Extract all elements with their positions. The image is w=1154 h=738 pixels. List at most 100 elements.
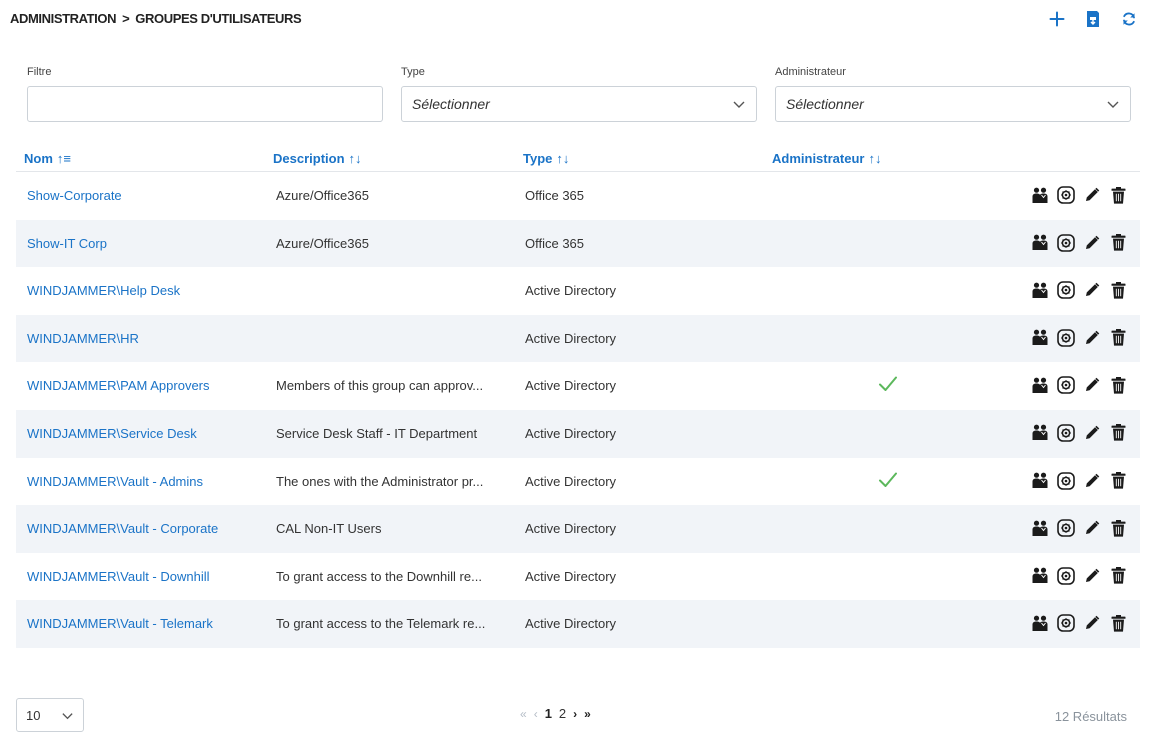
delete-icon[interactable] xyxy=(1108,328,1128,348)
last-page-button[interactable]: » xyxy=(584,707,591,721)
group-name-link[interactable]: WINDJAMMER\Help Desk xyxy=(27,283,262,298)
group-name-link[interactable]: WINDJAMMER\Vault - Corporate xyxy=(27,521,262,536)
column-header-type[interactable]: Type ↑↓ xyxy=(523,151,569,166)
settings-icon[interactable] xyxy=(1056,185,1076,205)
edit-icon[interactable] xyxy=(1082,280,1102,300)
chevron-down-icon xyxy=(733,101,745,108)
edit-icon[interactable] xyxy=(1082,566,1102,586)
edit-icon[interactable] xyxy=(1082,233,1102,253)
delete-icon[interactable] xyxy=(1108,375,1128,395)
type-label: Type xyxy=(401,66,425,78)
group-type: Active Directory xyxy=(525,616,617,632)
edit-icon[interactable] xyxy=(1082,375,1102,395)
settings-icon[interactable] xyxy=(1056,518,1076,538)
edit-icon[interactable] xyxy=(1082,471,1102,491)
row-actions xyxy=(1030,328,1128,348)
members-icon[interactable] xyxy=(1030,566,1050,586)
import-icon[interactable] xyxy=(1082,8,1104,30)
refresh-icon[interactable] xyxy=(1118,8,1140,30)
delete-icon[interactable] xyxy=(1108,233,1128,253)
group-description: Members of this group can approv... xyxy=(276,378,484,394)
first-page-button[interactable]: « xyxy=(520,707,527,721)
column-header-admin[interactable]: Administrateur ↑↓ xyxy=(772,151,881,166)
row-actions xyxy=(1030,185,1128,205)
table-row: WINDJAMMER\Service Desk Service Desk Staf… xyxy=(16,409,1140,458)
group-type: Active Directory xyxy=(525,283,617,299)
settings-icon[interactable] xyxy=(1056,328,1076,348)
breadcrumb-root[interactable]: ADMINISTRATION xyxy=(10,11,116,26)
row-actions xyxy=(1030,471,1128,491)
column-header-description[interactable]: Description ↑↓ xyxy=(273,151,362,166)
column-header-admin-label: Administrateur xyxy=(772,151,865,166)
row-actions xyxy=(1030,566,1128,586)
edit-icon[interactable] xyxy=(1082,185,1102,205)
group-type: Active Directory xyxy=(525,568,617,584)
group-description: Azure/Office365 xyxy=(276,235,369,251)
results-count: 12 Résultats xyxy=(1054,709,1127,724)
table-row: WINDJAMMER\Vault - Telemark To grant acce… xyxy=(16,600,1140,648)
next-page-button[interactable]: › xyxy=(573,707,577,721)
edit-icon[interactable] xyxy=(1082,328,1102,348)
delete-icon[interactable] xyxy=(1108,280,1128,300)
members-icon[interactable] xyxy=(1030,613,1050,633)
edit-icon[interactable] xyxy=(1082,613,1102,633)
group-name-link[interactable]: WINDJAMMER\PAM Approvers xyxy=(27,378,262,393)
sort-icon: ↑↓ xyxy=(556,151,570,166)
table-row: Show-IT Corp Azure/Office365 Office 365 xyxy=(16,219,1140,268)
row-actions xyxy=(1030,518,1128,538)
page-1-button[interactable]: 1 xyxy=(545,706,552,721)
members-icon[interactable] xyxy=(1030,233,1050,253)
prev-page-button[interactable]: ‹ xyxy=(534,707,538,721)
members-icon[interactable] xyxy=(1030,375,1050,395)
type-select[interactable]: Sélectionner xyxy=(401,86,757,122)
settings-icon[interactable] xyxy=(1056,423,1076,443)
group-description: CAL Non-IT Users xyxy=(276,521,382,537)
table-row: WINDJAMMER\Vault - Admins The ones with t… xyxy=(16,458,1140,506)
admin-select[interactable]: Sélectionner xyxy=(775,86,1131,122)
delete-icon[interactable] xyxy=(1108,566,1128,586)
group-name-link[interactable]: Show-Corporate xyxy=(27,188,262,203)
groups-table: Nom ↑≡ Description ↑↓ Type ↑↓ Administrateu… xyxy=(16,142,1140,648)
page-2-button[interactable]: 2 xyxy=(559,706,566,721)
settings-icon[interactable] xyxy=(1056,233,1076,253)
page-size-select[interactable]: 10 xyxy=(16,698,84,732)
settings-icon[interactable] xyxy=(1056,471,1076,491)
settings-icon[interactable] xyxy=(1056,613,1076,633)
column-header-type-label: Type xyxy=(523,151,553,166)
type-select-value: Sélectionner xyxy=(412,96,490,112)
admin-label: Administrateur xyxy=(775,66,846,78)
group-name-link[interactable]: Show-IT Corp xyxy=(27,236,262,251)
settings-icon[interactable] xyxy=(1056,566,1076,586)
delete-icon[interactable] xyxy=(1108,185,1128,205)
filter-label: Filtre xyxy=(27,66,52,78)
add-icon[interactable] xyxy=(1046,8,1068,30)
group-name-link[interactable]: WINDJAMMER\HR xyxy=(27,331,262,346)
group-description: Azure/Office365 xyxy=(276,188,369,203)
settings-icon[interactable] xyxy=(1056,375,1076,395)
column-header-name[interactable]: Nom ↑≡ xyxy=(24,151,71,166)
delete-icon[interactable] xyxy=(1108,613,1128,633)
settings-icon[interactable] xyxy=(1056,280,1076,300)
row-actions xyxy=(1030,375,1128,395)
group-name-link[interactable]: WINDJAMMER\Service Desk xyxy=(27,426,262,441)
members-icon[interactable] xyxy=(1030,280,1050,300)
type-group: Type Sélectionner xyxy=(401,66,757,122)
filter-group: Filtre xyxy=(27,66,383,122)
breadcrumb: ADMINISTRATION > GROUPES D'UTILISATEURS xyxy=(10,11,302,26)
members-icon[interactable] xyxy=(1030,518,1050,538)
edit-icon[interactable] xyxy=(1082,423,1102,443)
top-actions xyxy=(1046,8,1140,30)
group-name-link[interactable]: WINDJAMMER\Vault - Telemark xyxy=(27,616,262,631)
delete-icon[interactable] xyxy=(1108,518,1128,538)
group-name-link[interactable]: WINDJAMMER\Vault - Downhill xyxy=(27,569,262,584)
column-header-description-label: Description xyxy=(273,151,345,166)
edit-icon[interactable] xyxy=(1082,518,1102,538)
filter-input[interactable] xyxy=(28,87,382,121)
members-icon[interactable] xyxy=(1030,471,1050,491)
delete-icon[interactable] xyxy=(1108,471,1128,491)
group-name-link[interactable]: WINDJAMMER\Vault - Admins xyxy=(27,474,262,489)
delete-icon[interactable] xyxy=(1108,423,1128,443)
members-icon[interactable] xyxy=(1030,328,1050,348)
members-icon[interactable] xyxy=(1030,423,1050,443)
members-icon[interactable] xyxy=(1030,185,1050,205)
